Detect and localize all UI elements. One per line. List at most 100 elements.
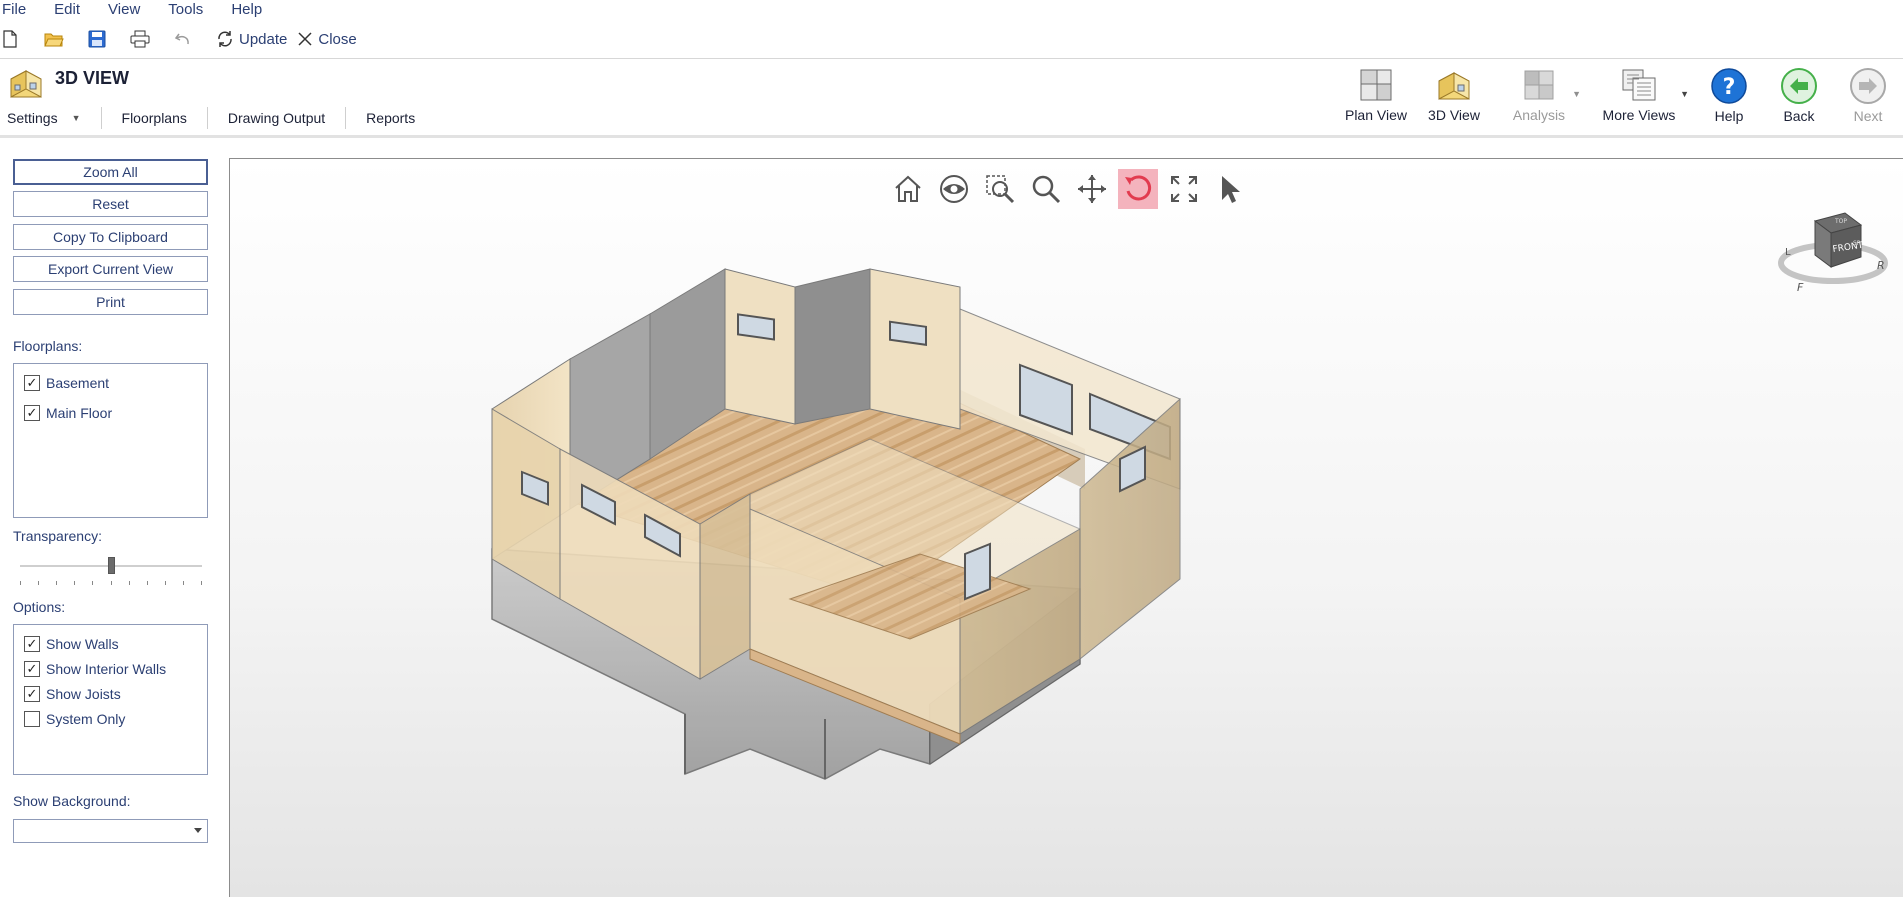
reset-button[interactable]: Reset (13, 191, 208, 217)
back-label: Back (1783, 108, 1815, 124)
copy-to-clipboard-button[interactable]: Copy To Clipboard (13, 224, 208, 250)
checkbox-checked-icon[interactable]: ✓ (24, 660, 40, 677)
plan-view-label: Plan View (1344, 107, 1407, 123)
quick-toolbar: Update Close (0, 24, 1903, 54)
transparency-slider[interactable] (20, 555, 202, 585)
compass-f: F (1797, 281, 1804, 294)
analysis-chevron-icon: ▼ (1572, 89, 1581, 99)
menu-view[interactable]: View (94, 1, 154, 18)
floorplans-list: ✓ Basement ✓ Main Floor (13, 363, 208, 518)
next-arrow-icon (1850, 68, 1886, 104)
print-view-button[interactable]: Print (13, 289, 208, 315)
update-label: Update (239, 30, 288, 48)
options-label: Options: (13, 599, 66, 615)
ribbon-view-buttons: Plan View 3D View Analysis ▼ More Views … (1337, 59, 1903, 135)
help-button[interactable]: ? Help (1693, 59, 1765, 135)
tab-floorplans[interactable]: Floorplans (102, 107, 208, 129)
open-file-button[interactable] (44, 26, 64, 52)
slider-tick (56, 581, 57, 585)
compass-r: R (1877, 259, 1885, 272)
option-label: System Only (46, 710, 126, 727)
tab-drawing-output[interactable]: Drawing Output (208, 107, 347, 129)
update-button[interactable]: Update (216, 26, 287, 52)
menu-file[interactable]: File (0, 1, 40, 18)
more-views-label: More Views (1602, 107, 1676, 123)
more-views-chevron-icon: ▼ (1680, 89, 1689, 99)
open-folder-icon (44, 33, 64, 47)
menu-help[interactable]: Help (217, 1, 276, 18)
slider-thumb[interactable] (108, 557, 115, 574)
slider-tick (111, 581, 112, 585)
svg-text:?: ? (1723, 75, 1736, 100)
close-button[interactable]: Close (297, 26, 357, 52)
settings-menu[interactable]: Settings ▼ (0, 107, 102, 129)
navigation-cube[interactable]: FRONT TOP SR L R F (1773, 199, 1893, 299)
tab-reports[interactable]: Reports (346, 107, 435, 129)
more-views-button[interactable]: More Views ▼ (1585, 59, 1693, 135)
save-icon (88, 30, 106, 48)
floorplan-label: Basement (46, 374, 110, 391)
next-button[interactable]: Next (1833, 59, 1903, 135)
checkbox-checked-icon[interactable]: ✓ (24, 404, 40, 421)
page-title: 3D VIEW (55, 68, 130, 88)
checkbox-unchecked-icon[interactable] (24, 710, 40, 727)
checkbox-checked-icon[interactable]: ✓ (24, 374, 40, 391)
new-file-icon (3, 30, 17, 48)
ribbon: 3D VIEW Settings ▼ Floorplans Drawing Ou… (0, 58, 1903, 138)
settings-label: Settings (7, 110, 58, 126)
compass-l: L (1785, 247, 1791, 258)
options-list: ✓ Show Walls ✓ Show Interior Walls ✓ Sho… (13, 624, 208, 775)
help-label: Help (1714, 108, 1744, 124)
analysis-label: Analysis (1512, 107, 1566, 123)
transparency-label: Transparency: (13, 528, 102, 544)
export-current-view-button[interactable]: Export Current View (13, 256, 208, 282)
slider-tick (38, 581, 39, 585)
slider-tick (165, 581, 166, 585)
navcube-right[interactable]: SR (1853, 240, 1861, 247)
slider-tick (129, 581, 130, 585)
analysis-button[interactable]: Analysis ▼ (1493, 59, 1585, 135)
chevron-down-icon: ▼ (71, 113, 81, 123)
next-label: Next (1853, 108, 1883, 124)
undo-button[interactable] (174, 26, 192, 52)
refresh-icon (218, 31, 232, 47)
print-button[interactable] (130, 26, 150, 52)
save-button[interactable] (88, 26, 106, 52)
floorplan-item-main-floor[interactable]: ✓ Main Floor (14, 400, 207, 425)
floorplan-label: Main Floor (46, 404, 113, 421)
slider-tick (92, 581, 93, 585)
slider-tick (201, 581, 202, 585)
slider-tick (20, 581, 21, 585)
3d-view-icon (1438, 72, 1470, 100)
help-icon: ? (1711, 68, 1747, 104)
option-system-only[interactable]: System Only (14, 706, 207, 731)
option-show-joists[interactable]: ✓ Show Joists (14, 681, 207, 706)
3d-viewport[interactable]: FRONT TOP SR L R F (229, 158, 1903, 897)
plan-view-button[interactable]: Plan View (1337, 59, 1415, 135)
background-select[interactable] (13, 819, 208, 843)
option-show-interior-walls[interactable]: ✓ Show Interior Walls (14, 656, 207, 681)
show-background-label: Show Background: (13, 793, 131, 809)
zoom-all-button[interactable]: Zoom All (13, 159, 208, 185)
more-views-icon (1622, 69, 1656, 101)
menu-tools[interactable]: Tools (154, 1, 217, 18)
new-file-button[interactable] (2, 26, 18, 52)
checkbox-checked-icon[interactable]: ✓ (24, 685, 40, 702)
3d-view-button[interactable]: 3D View (1415, 59, 1493, 135)
floorplan-item-basement[interactable]: ✓ Basement (14, 370, 207, 395)
printer-icon (130, 30, 150, 48)
option-show-walls[interactable]: ✓ Show Walls (14, 631, 207, 656)
menu-edit[interactable]: Edit (40, 1, 94, 18)
navcube-top[interactable]: TOP (1834, 218, 1847, 225)
checkbox-checked-icon[interactable]: ✓ (24, 635, 40, 652)
slider-tick (74, 581, 75, 585)
slider-tick (147, 581, 148, 585)
plan-view-icon (1360, 69, 1392, 101)
analysis-icon (1524, 70, 1554, 100)
back-arrow-icon (1781, 68, 1817, 104)
option-label: Show Interior Walls (46, 660, 167, 677)
option-label: Show Joists (46, 685, 121, 702)
house-3d-model (491, 268, 1181, 780)
menu-bar: File Edit View Tools Help (0, 0, 1903, 19)
back-button[interactable]: Back (1765, 59, 1833, 135)
